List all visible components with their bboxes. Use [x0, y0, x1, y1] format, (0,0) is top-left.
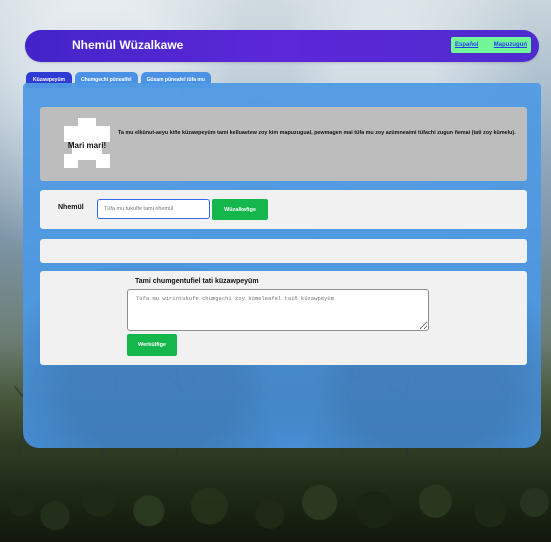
name-submit-button[interactable]: Wüzalkafige: [212, 199, 268, 220]
name-form-panel: Nhemül Wüzalkafige: [40, 190, 527, 229]
language-switch: Español Mapuzugun: [451, 37, 531, 53]
comment-submit-button[interactable]: Werkülfige: [127, 334, 177, 356]
app-title: Nhemül Wüzalkawe: [72, 38, 184, 52]
language-link-espanol[interactable]: Español: [455, 42, 478, 48]
comment-title: Tami chumgentufiel tati küzawpeyüm: [135, 278, 259, 285]
welcome-panel: Mari mari! Ta mu elkünut-aeyu kiñe küzaw…: [40, 107, 527, 181]
comment-form-panel: Tami chumgentufiel tati küzawpeyüm Werkü…: [40, 271, 527, 365]
name-input[interactable]: [97, 199, 210, 219]
language-link-mapuzugun[interactable]: Mapuzugun: [494, 42, 527, 48]
name-label: Nhemül: [58, 204, 84, 211]
welcome-badge: Mari mari!: [64, 118, 110, 168]
welcome-message: Ta mu elkünut-aeyu kiñe küzawpeyüm tami …: [118, 130, 516, 136]
empty-panel: [40, 239, 527, 263]
comment-textarea[interactable]: [127, 289, 429, 331]
welcome-greeting: Mari mari!: [67, 141, 107, 150]
app-header: Nhemül Wüzalkawe Español Mapuzugun: [25, 30, 539, 62]
